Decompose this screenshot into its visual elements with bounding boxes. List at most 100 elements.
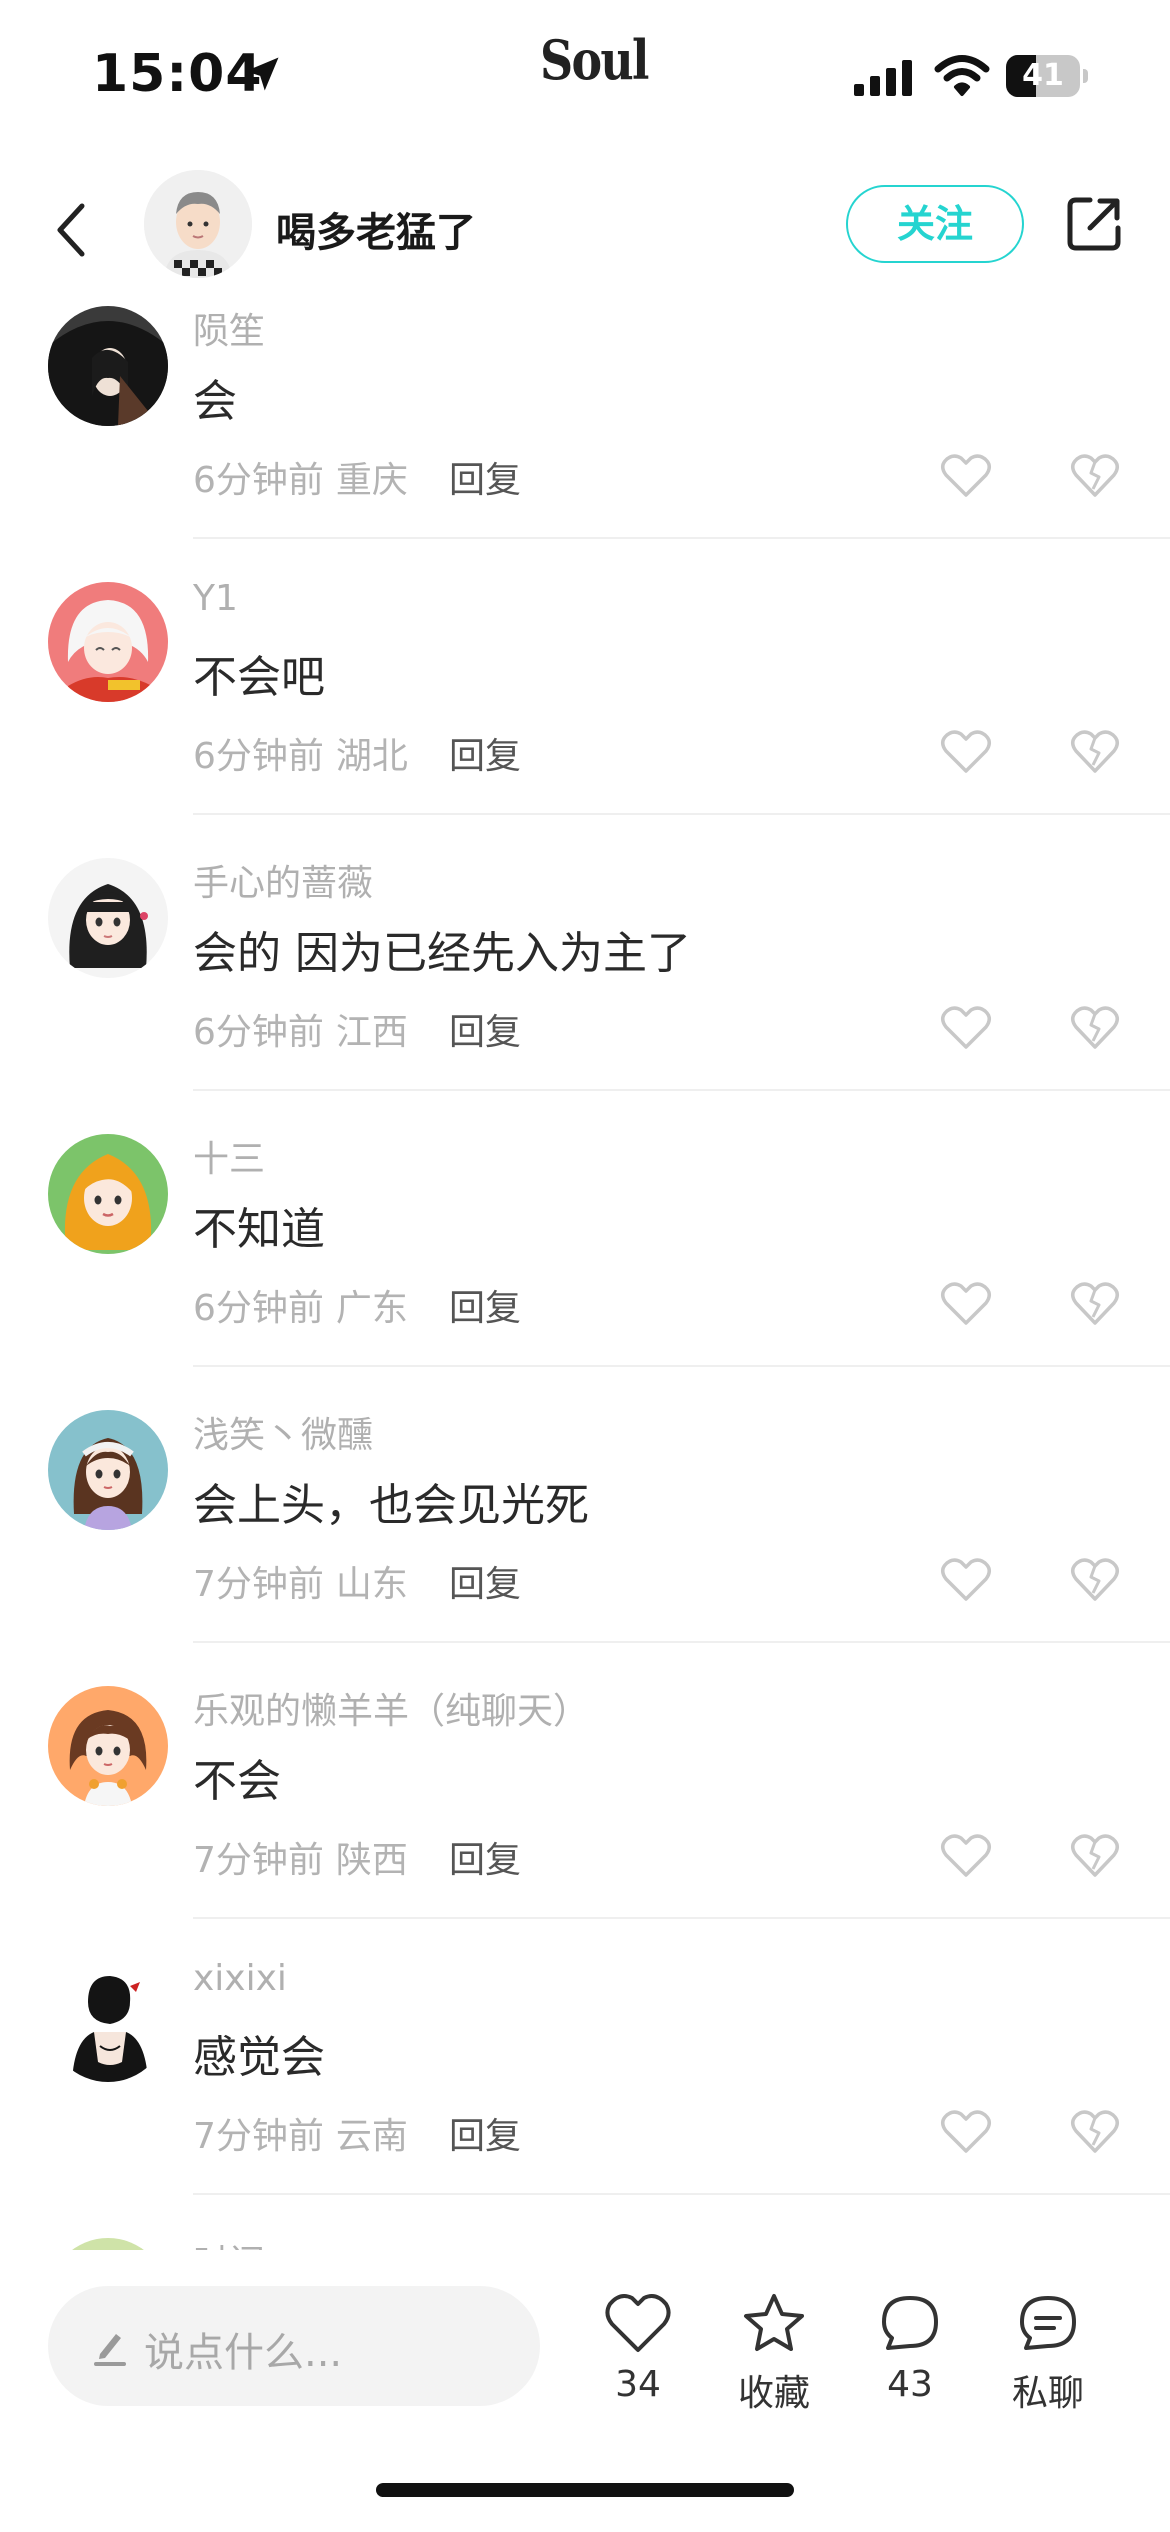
collect-button[interactable]: 收藏 [704,2290,844,2430]
status-bar: 15:04 Soul 41 [0,0,1170,150]
comment-item: 十三 不知道 6分钟前 广东 回复 [0,1128,1170,1404]
heart-icon[interactable] [940,2109,992,2155]
follow-button[interactable]: 关注 [846,185,1024,263]
star-icon [744,2294,804,2351]
comment-list: 陨笙 会 6分钟前 重庆 回复 Y1 不会吧 6分钟前 湖北 回复 手心的蔷薇 … [0,300,1170,2260]
comment-text: 不知道 [193,1204,325,1255]
comment-divider [193,1917,1170,1919]
commenter-avatar[interactable] [48,1962,168,2082]
app-logo: Soul [540,28,649,92]
comment-item: Y1 不会吧 6分钟前 湖北 回复 [0,576,1170,852]
commenter-name[interactable]: 乐观的懒羊羊（纯聊天） [193,1682,589,1734]
comment-count: 43 [887,2364,933,2405]
comment-meta: 6分钟前 湖北 [193,727,408,779]
heart-icon[interactable] [940,1005,992,1051]
cellular-signal-icon [854,60,912,96]
battery-indicator: 41 [1006,55,1088,97]
commenter-name[interactable]: xixixi [193,1958,287,1999]
heart-icon[interactable] [940,729,992,775]
comment-item: 乐观的懒羊羊（纯聊天） 不会 7分钟前 陕西 回复 [0,1680,1170,1956]
wifi-icon [934,55,990,96]
comment-text: 不会吧 [193,652,325,703]
reply-button[interactable]: 回复 [449,1555,521,1607]
comment-item: 手心的蔷薇 会的 因为已经先入为主了 6分钟前 江西 回复 [0,852,1170,1128]
comment-location: 陕西 [335,1840,408,1881]
comment-text: 感觉会 [193,2032,325,2083]
home-indicator[interactable] [376,2483,794,2497]
post-header: 喝多老猛了 关注 [0,160,1170,300]
comment-time: 6分钟前 [193,460,324,501]
commenter-avatar[interactable] [48,858,168,978]
comment-time: 6分钟前 [193,1288,324,1329]
heart-icon [605,2294,671,2352]
comment-location: 湖北 [335,736,408,777]
heart-icon[interactable] [940,1281,992,1327]
broken-heart-icon[interactable] [1070,1005,1120,1051]
battery-level: 41 [1022,58,1064,93]
location-arrow-icon [245,57,279,91]
comment-text: 会的 因为已经先入为主了 [193,928,691,979]
heart-icon[interactable] [940,1557,992,1603]
comment-divider [193,813,1170,815]
broken-heart-icon[interactable] [1070,729,1120,775]
comment-time: 7分钟前 [193,1564,324,1605]
comment-text: 会上头，也会见光死 [193,1480,589,1531]
broken-heart-icon[interactable] [1070,1557,1120,1603]
broken-heart-icon[interactable] [1070,453,1120,499]
comment-location: 山东 [335,1564,408,1605]
commenter-name[interactable]: 十三 [193,1130,265,1182]
collect-label: 收藏 [737,2373,810,2414]
commenter-avatar[interactable] [48,582,168,702]
author-name[interactable]: 喝多老猛了 [276,200,476,258]
comment-divider [193,2193,1170,2195]
commenter-name[interactable]: Y1 [193,578,238,619]
comment-location: 广东 [335,1288,408,1329]
comment-time: 7分钟前 [193,1840,324,1881]
commenter-avatar[interactable] [48,1410,168,1530]
comment-meta: 7分钟前 陕西 [193,1831,408,1883]
broken-heart-icon[interactable] [1070,1833,1120,1879]
back-chevron-icon[interactable] [52,198,92,262]
commenter-avatar[interactable] [48,306,168,426]
comment-text: 会 [193,376,237,427]
author-avatar[interactable] [144,170,252,278]
share-icon[interactable] [1064,194,1124,254]
comment-location: 重庆 [335,460,408,501]
comment-divider [193,537,1170,539]
speech-bubble-icon [882,2296,938,2350]
commenter-name[interactable]: 手心的蔷薇 [193,854,373,906]
heart-icon[interactable] [940,453,992,499]
comment-meta: 6分钟前 重庆 [193,451,408,503]
like-button[interactable]: 34 [568,2290,708,2430]
reply-button[interactable]: 回复 [449,2107,521,2159]
comment-time: 6分钟前 [193,736,324,777]
comment-time: 7分钟前 [193,2116,324,2157]
reply-button[interactable]: 回复 [449,1831,521,1883]
comment-item: 浅笑丶微醺 会上头，也会见光死 7分钟前 山东 回复 [0,1404,1170,1680]
commenter-avatar[interactable] [48,1686,168,1806]
commenter-name[interactable]: 陨笙 [193,302,265,354]
heart-icon[interactable] [940,1833,992,1879]
comment-button[interactable]: 43 [840,2290,980,2430]
comment-meta: 7分钟前 山东 [193,1555,408,1607]
comment-item: xixixi 感觉会 7分钟前 云南 回复 [0,1956,1170,2232]
commenter-name[interactable]: 浅笑丶微醺 [193,1406,373,1458]
comment-input-placeholder: 说点什么... [144,2330,343,2376]
reply-button[interactable]: 回复 [449,1003,521,1055]
comment-meta: 7分钟前 云南 [193,2107,408,2159]
comment-divider [193,1641,1170,1643]
broken-heart-icon[interactable] [1070,1281,1120,1327]
comment-location: 江西 [335,1012,408,1053]
reply-button[interactable]: 回复 [449,727,521,779]
commenter-avatar[interactable] [48,1134,168,1254]
comment-input[interactable]: 说点什么... [48,2286,540,2406]
private-chat-label: 私聊 [1011,2373,1084,2414]
reply-button[interactable]: 回复 [449,451,521,503]
private-chat-button[interactable]: 私聊 [978,2290,1118,2430]
comment-meta: 6分钟前 江西 [193,1003,408,1055]
broken-heart-icon[interactable] [1070,2109,1120,2155]
comment-divider [193,1365,1170,1367]
pencil-icon [94,2334,126,2366]
comment-meta: 6分钟前 广东 [193,1279,408,1331]
reply-button[interactable]: 回复 [449,1279,521,1331]
